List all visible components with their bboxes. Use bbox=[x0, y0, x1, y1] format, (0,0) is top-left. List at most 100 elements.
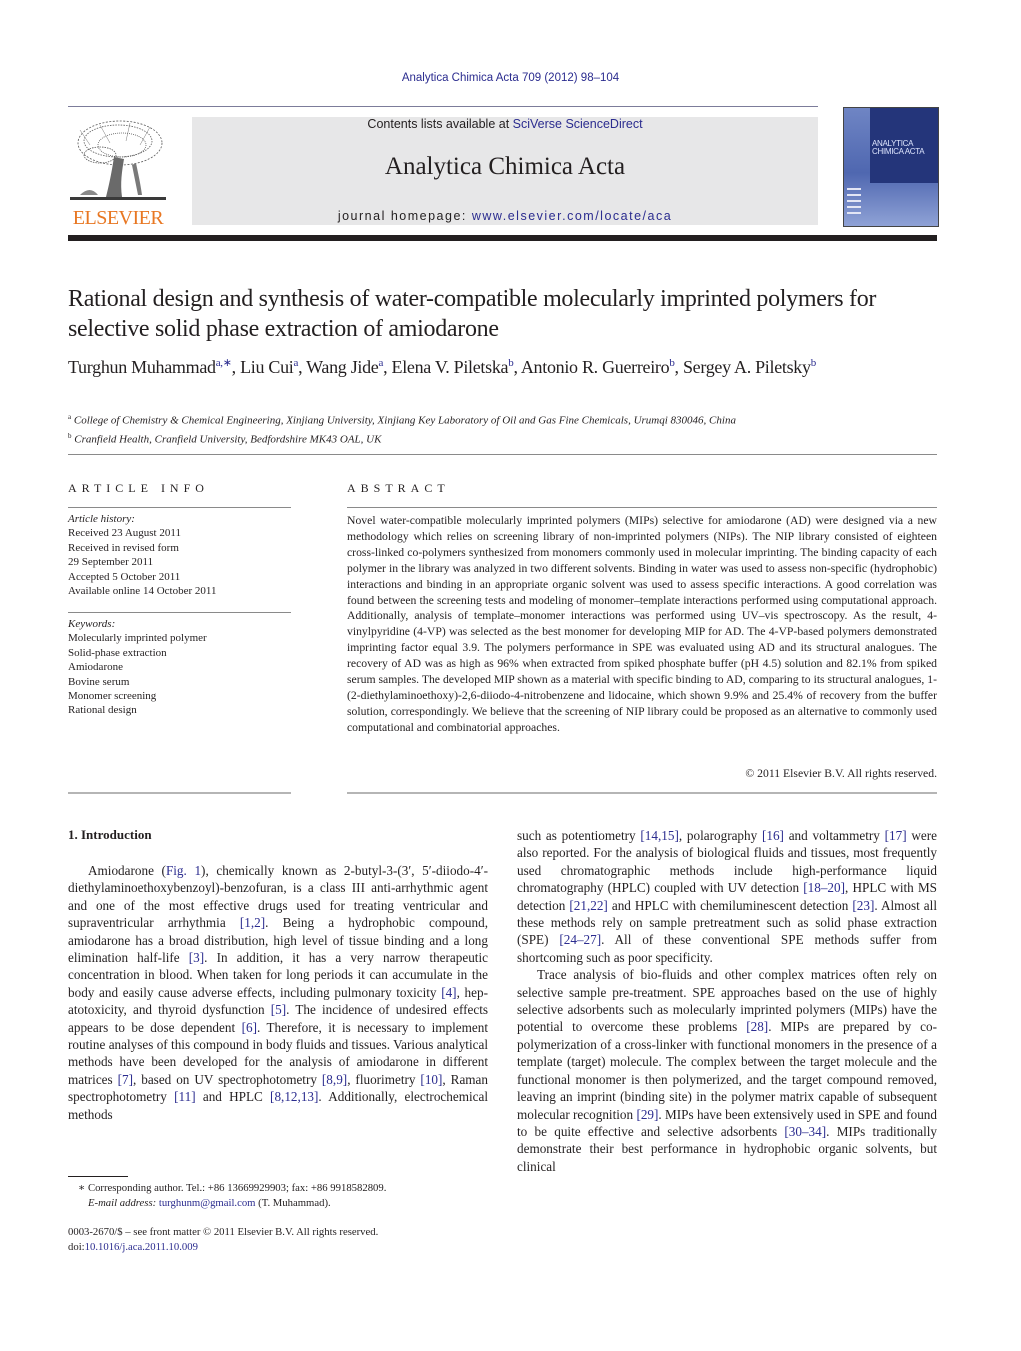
history-item: Accepted 5 October 2011 bbox=[68, 570, 181, 583]
divider bbox=[347, 792, 937, 794]
author-affiliation-link[interactable]: a,∗ bbox=[216, 357, 232, 369]
author-separator: , bbox=[231, 357, 241, 377]
history-item: 29 September 2011 bbox=[68, 556, 154, 569]
author-name: Wang Jide bbox=[306, 357, 379, 377]
article-title: Rational design and synthesis of water-c… bbox=[68, 286, 877, 342]
divider bbox=[347, 507, 937, 508]
keyword-item: Amiodarone bbox=[68, 661, 123, 674]
cover-strip bbox=[847, 194, 861, 196]
citation-link[interactable]: [7] bbox=[118, 1072, 133, 1087]
citation-link[interactable]: [10] bbox=[420, 1072, 442, 1087]
citation-link[interactable]: [8,9] bbox=[322, 1072, 347, 1087]
citation-link[interactable]: [28] bbox=[746, 1019, 768, 1034]
citation-link[interactable]: [24–27] bbox=[559, 932, 601, 947]
author-separator: , bbox=[383, 357, 392, 377]
keyword-item: Molecularly imprinted polymer bbox=[68, 632, 207, 645]
citation-link[interactable]: [3] bbox=[189, 950, 204, 965]
body-text: and HPLC bbox=[195, 1089, 271, 1105]
cover-strip bbox=[847, 212, 861, 214]
history-item: Available online 14 October 2011 bbox=[68, 585, 217, 598]
corresponding-author-text: Corresponding author. Tel.: +86 13669929… bbox=[87, 1182, 387, 1194]
citation-link[interactable]: [6] bbox=[242, 1020, 257, 1035]
affiliation-key: a bbox=[68, 413, 72, 421]
author-name: Liu Cui bbox=[240, 357, 294, 377]
keywords-label: Keywords: bbox=[68, 618, 116, 630]
citation-link[interactable]: [21,22] bbox=[569, 898, 607, 913]
issn-line: 0003-2670/$ – see front matter © 2011 El… bbox=[68, 1226, 379, 1238]
affiliation-text: Cranfield Health, Cranfield University, … bbox=[74, 433, 382, 446]
header-rule bbox=[68, 106, 818, 107]
citation-link[interactable]: [1,2] bbox=[240, 915, 265, 930]
body-text: , polarography bbox=[678, 828, 762, 843]
elsevier-wordmark: ELSEVIER bbox=[72, 207, 164, 229]
section-heading-introduction: 1. Introduction bbox=[68, 827, 152, 842]
contents-line: Contents lists available at SciVerse Sci… bbox=[192, 117, 818, 131]
citation-link[interactable]: [30–34] bbox=[784, 1124, 826, 1139]
front-matter: 0003-2670/$ – see front matter © 2011 El… bbox=[68, 1225, 498, 1254]
author-separator: , bbox=[298, 357, 307, 377]
divider bbox=[68, 507, 291, 508]
affiliation-key: b bbox=[68, 431, 72, 440]
citation-link[interactable]: [29] bbox=[636, 1107, 658, 1122]
keyword-item: Solid-phase extraction bbox=[68, 646, 167, 659]
homepage-line: journal homepage: www.elsevier.com/locat… bbox=[192, 209, 818, 223]
paragraph: Amiodarone (Fig. 1), chemically known as… bbox=[68, 862, 488, 1123]
body-text: , based on UV spec­trophotometry bbox=[133, 1071, 322, 1087]
email-suffix: (T. Muhammad). bbox=[255, 1196, 331, 1209]
cover-title-line2: CHIMICA ACTA bbox=[872, 147, 925, 156]
elsevier-logo[interactable]: ELSEVIER bbox=[68, 115, 168, 230]
cover-strip bbox=[847, 206, 861, 208]
citation-link[interactable]: [23] bbox=[852, 898, 874, 913]
author-name: Elena V. Piletska bbox=[391, 357, 509, 377]
body-text: , fluorimetry bbox=[347, 1071, 421, 1087]
citation-link[interactable]: [8,12,13] bbox=[270, 1089, 318, 1104]
author-list: Turghun Muhammada,∗, Liu Cuia, Wang Jide… bbox=[68, 356, 968, 378]
affiliation-list: a College of Chemistry & Chemical Engine… bbox=[68, 410, 948, 447]
body-column-left: Amiodarone (Fig. 1), chemically known as… bbox=[68, 862, 488, 1123]
author-name: Turghun Muhammad bbox=[68, 357, 216, 377]
history-label: Article history: bbox=[68, 513, 135, 525]
cover-strip bbox=[847, 200, 861, 202]
author-affiliation-link[interactable]: b bbox=[811, 357, 817, 369]
keyword-item: Bovine serum bbox=[68, 675, 130, 688]
body-text: and voltamme­try bbox=[783, 828, 885, 843]
divider bbox=[68, 454, 937, 455]
cover-title: ANALYTICA CHIMICA ACTA bbox=[872, 140, 925, 156]
sciencedirect-link[interactable]: SciVerse ScienceDirect bbox=[513, 117, 643, 131]
citation-link[interactable]: Fig. 1 bbox=[166, 863, 201, 878]
citation-link[interactable]: [16] bbox=[762, 828, 784, 843]
contents-prefix: Contents lists available at bbox=[367, 117, 513, 131]
journal-homepage-link[interactable]: www.elsevier.com/locate/aca bbox=[472, 209, 672, 223]
footnote-marker: ∗ bbox=[78, 1182, 86, 1194]
doi-link[interactable]: 10.1016/j.aca.2011.10.009 bbox=[85, 1241, 198, 1253]
body-text: such as potentiometry bbox=[517, 828, 641, 843]
citation-link[interactable]: [17] bbox=[885, 828, 907, 843]
citation-link[interactable]: [4] bbox=[441, 985, 456, 1000]
paragraph: Trace analysis of bio-fluids and other c… bbox=[517, 966, 937, 1175]
tree-logo-icon bbox=[70, 115, 166, 207]
body-text: and HPLC with chemiluminescent detection bbox=[607, 897, 853, 913]
body-text: Amiodarone ( bbox=[88, 863, 166, 878]
article-history: Article history: Received 23 August 2011… bbox=[68, 512, 293, 598]
affiliation: a College of Chemistry & Chemical Engine… bbox=[68, 410, 948, 429]
journal-reference-link[interactable]: Analytica Chimica Acta 709 (2012) 98–104 bbox=[0, 72, 1021, 84]
citation-link[interactable]: [18–20] bbox=[803, 880, 845, 895]
divider bbox=[68, 792, 291, 794]
divider bbox=[68, 612, 291, 613]
affiliation: b Cranfield Health, Cranfield University… bbox=[68, 429, 948, 448]
author-separator: , bbox=[674, 357, 683, 377]
journal-cover-image[interactable]: ANALYTICA CHIMICA ACTA bbox=[843, 107, 939, 227]
paragraph: such as potentiometry [14,15], polarogra… bbox=[517, 827, 937, 966]
doi-prefix: doi: bbox=[68, 1240, 85, 1253]
citation-link[interactable]: [11] bbox=[174, 1089, 195, 1104]
author-name: Antonio R. Guerreiro bbox=[520, 357, 670, 377]
cover-strip bbox=[847, 188, 861, 190]
corresponding-author-footnote: ∗ Corresponding author. Tel.: +86 136699… bbox=[78, 1181, 498, 1210]
abstract-heading: ABSTRACT bbox=[347, 481, 450, 495]
header-thick-rule bbox=[68, 235, 937, 241]
email-link[interactable]: turghunm@gmail.com bbox=[159, 1197, 256, 1209]
affiliation-text: College of Chemistry & Chemical Engineer… bbox=[73, 414, 736, 427]
citation-link[interactable]: [5] bbox=[271, 1002, 286, 1017]
citation-link[interactable]: [14,15] bbox=[640, 828, 678, 843]
keyword-list: Molecularly imprinted polymer Solid-phase… bbox=[68, 631, 293, 717]
